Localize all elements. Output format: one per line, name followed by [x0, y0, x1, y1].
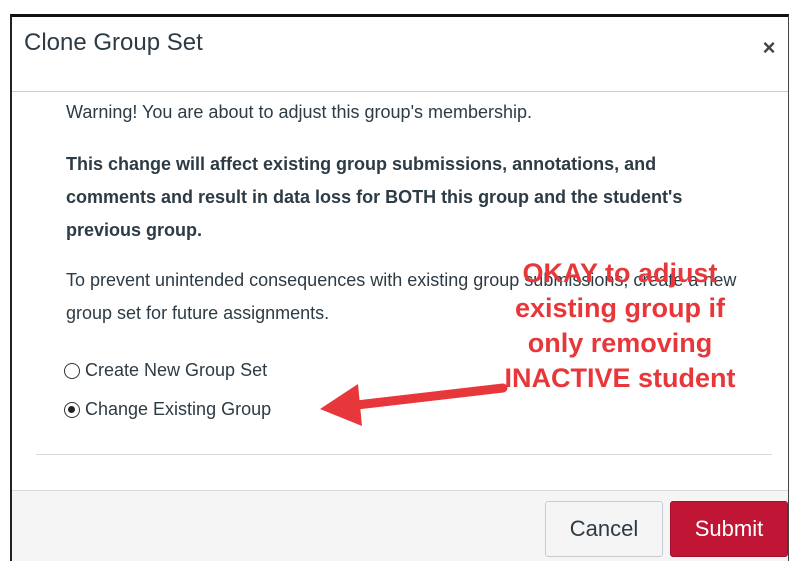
radio-label-create-new-group-set: Create New Group Set	[85, 360, 268, 380]
annotation-callout-text: OKAY to adjust existing group if only re…	[504, 258, 736, 393]
submit-button[interactable]: Submit	[670, 501, 788, 557]
dialog-title: Clone Group Set	[24, 29, 203, 56]
radio-label-change-existing-group: Change Existing Group	[85, 399, 272, 419]
annotation-arrow-icon	[320, 383, 508, 426]
radio-option-change-existing-group[interactable]: Change Existing Group	[64, 399, 271, 420]
radio-option-create-new-group-set[interactable]: Create New Group Set	[64, 360, 267, 381]
cancel-button[interactable]: Cancel	[545, 501, 663, 557]
dialog-footer: Cancel Submit	[12, 490, 788, 561]
divider	[36, 454, 772, 455]
data-loss-notice: This change will affect existing group s…	[66, 154, 683, 240]
close-icon[interactable]: ×	[756, 35, 782, 61]
radio-selected-icon[interactable]	[64, 401, 80, 418]
dialog-header: Clone Group Set ×	[12, 17, 788, 92]
warning-text: Warning! You are about to adjust this gr…	[66, 102, 533, 122]
radio-unselected-icon[interactable]	[64, 362, 80, 379]
